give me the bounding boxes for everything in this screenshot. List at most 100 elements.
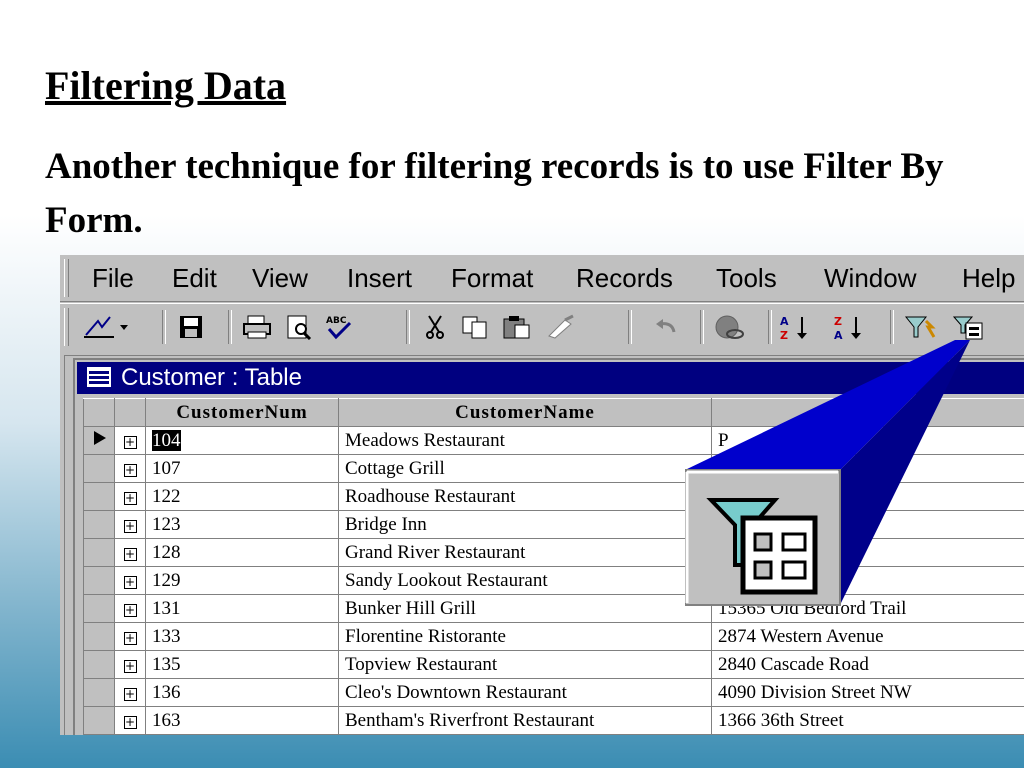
format-painter-icon[interactable] <box>544 310 578 344</box>
column-header-customernum[interactable]: CustomerNum <box>145 398 339 427</box>
menu-format[interactable]: Format <box>451 263 533 294</box>
record-selector[interactable] <box>83 482 115 511</box>
expand-plus-icon[interactable]: + <box>123 435 137 449</box>
cell-customername[interactable]: Cottage Grill <box>338 454 712 483</box>
expand-plus-icon[interactable]: + <box>123 687 137 701</box>
cell-customernum-text: 131 <box>152 597 181 619</box>
select-all-corner[interactable] <box>83 398 115 427</box>
menu-window[interactable]: Window <box>824 263 916 294</box>
cell-customername[interactable]: Roadhouse Restaurant <box>338 482 712 511</box>
hyperlink-icon[interactable] <box>712 310 746 344</box>
cell-customernum-text: 107 <box>152 457 181 479</box>
cell-address[interactable]: 2840 Cascade Road <box>711 650 1024 679</box>
spelling-icon[interactable]: ABC <box>322 310 356 344</box>
expand-cell: + <box>114 594 146 623</box>
sort-ascending-icon[interactable]: AZ <box>778 310 812 344</box>
slide-title: Filtering Data <box>45 63 287 108</box>
table-row[interactable]: +133 Florentine Ristorante 2874 Western Av… <box>83 622 1024 651</box>
expand-plus-icon[interactable]: + <box>123 519 137 533</box>
expand-plus-icon[interactable]: + <box>123 659 137 673</box>
cell-customername[interactable]: Sandy Lookout Restaurant <box>338 566 712 595</box>
cell-customername[interactable]: Meadows Restaurant <box>338 426 712 455</box>
record-selector[interactable] <box>83 510 115 539</box>
sort-descending-icon[interactable]: ZA <box>832 310 866 344</box>
cell-customername[interactable]: Bridge Inn <box>338 510 712 539</box>
expand-cell: + <box>114 454 146 483</box>
table-row[interactable]: +135 Topview Restaurant 2840 Cascade Road <box>83 650 1024 679</box>
view-icon[interactable] <box>80 310 132 344</box>
cell-address[interactable]: 2874 Western Avenue <box>711 622 1024 651</box>
cell-customername[interactable]: Topview Restaurant <box>338 650 712 679</box>
cell-customername[interactable]: Grand River Restaurant <box>338 538 712 567</box>
cell-customernum[interactable]: 107 <box>145 454 339 483</box>
menu-bar: File Edit View Insert Format Records Too… <box>60 255 1024 302</box>
menu-file[interactable]: File <box>92 263 134 294</box>
expand-plus-icon[interactable]: + <box>123 491 137 505</box>
menu-insert[interactable]: Insert <box>347 263 412 294</box>
copy-icon[interactable] <box>458 310 492 344</box>
record-selector[interactable] <box>83 678 115 707</box>
menu-grip[interactable] <box>64 259 69 297</box>
expand-plus-icon[interactable]: + <box>123 547 137 561</box>
record-selector[interactable] <box>83 650 115 679</box>
expand-plus-icon[interactable]: + <box>123 463 137 477</box>
cut-icon[interactable] <box>418 310 452 344</box>
table-row[interactable]: +163 Bentham's Riverfront Restaurant 1366 … <box>83 706 1024 735</box>
menu-view[interactable]: View <box>252 263 308 294</box>
undo-icon[interactable] <box>648 310 682 344</box>
menu-records[interactable]: Records <box>576 263 673 294</box>
toolbar-separator <box>162 310 166 344</box>
cell-customernum[interactable]: 104 <box>145 426 339 455</box>
record-selector[interactable] <box>83 706 115 735</box>
record-selector[interactable] <box>83 538 115 567</box>
toolbar-separator <box>768 310 772 344</box>
print-icon[interactable] <box>240 310 274 344</box>
menu-help[interactable]: Help <box>962 263 1015 294</box>
expand-plus-icon[interactable]: + <box>123 631 137 645</box>
save-icon[interactable] <box>174 310 208 344</box>
cell-customernum[interactable]: 122 <box>145 482 339 511</box>
toolbar-grip[interactable] <box>64 308 69 346</box>
filter-by-selection-icon[interactable] <box>904 310 938 344</box>
cell-address[interactable]: 1366 36th Street <box>711 706 1024 735</box>
cell-customernum-text: 122 <box>152 485 181 507</box>
cell-customernum[interactable]: 133 <box>145 622 339 651</box>
cell-customernum[interactable]: 123 <box>145 510 339 539</box>
cell-customername[interactable]: Bentham's Riverfront Restaurant <box>338 706 712 735</box>
cell-customernum[interactable]: 131 <box>145 594 339 623</box>
cell-customernum[interactable]: 128 <box>145 538 339 567</box>
expand-plus-icon[interactable]: + <box>123 603 137 617</box>
cell-address[interactable]: 4090 Division Street NW <box>711 678 1024 707</box>
paste-icon[interactable] <box>500 310 534 344</box>
svg-text:ABC: ABC <box>326 316 347 326</box>
toolbar-separator <box>700 310 704 344</box>
table-row[interactable]: +136 Cleo's Downtown Restaurant 4090 Divis… <box>83 678 1024 707</box>
column-header-customername[interactable]: CustomerName <box>338 398 712 427</box>
cell-customername[interactable]: Cleo's Downtown Restaurant <box>338 678 712 707</box>
record-selector-current[interactable] <box>83 426 115 455</box>
menu-edit[interactable]: Edit <box>172 263 217 294</box>
expand-cell: + <box>114 706 146 735</box>
filter-by-form-icon[interactable] <box>952 310 986 344</box>
record-selector[interactable] <box>83 566 115 595</box>
cell-customernum[interactable]: 163 <box>145 706 339 735</box>
menu-tools[interactable]: Tools <box>716 263 777 294</box>
cell-customername[interactable]: Bunker Hill Grill <box>338 594 712 623</box>
slide-subtitle: Another technique for filtering records … <box>45 146 944 241</box>
record-selector[interactable] <box>83 594 115 623</box>
expand-cell: + <box>114 566 146 595</box>
expand-plus-icon[interactable]: + <box>123 715 137 729</box>
expand-plus-icon[interactable]: + <box>123 575 137 589</box>
svg-text:Z: Z <box>834 315 842 328</box>
cell-customername[interactable]: Florentine Ristorante <box>338 622 712 651</box>
record-selector[interactable] <box>83 622 115 651</box>
table-icon <box>87 367 111 387</box>
cell-customernum[interactable]: 135 <box>145 650 339 679</box>
print-preview-icon[interactable] <box>282 310 316 344</box>
record-selector[interactable] <box>83 454 115 483</box>
svg-text:A: A <box>780 315 789 328</box>
filter-by-form-callout <box>685 340 970 606</box>
expand-cell: + <box>114 426 146 455</box>
cell-customernum[interactable]: 136 <box>145 678 339 707</box>
cell-customernum[interactable]: 129 <box>145 566 339 595</box>
